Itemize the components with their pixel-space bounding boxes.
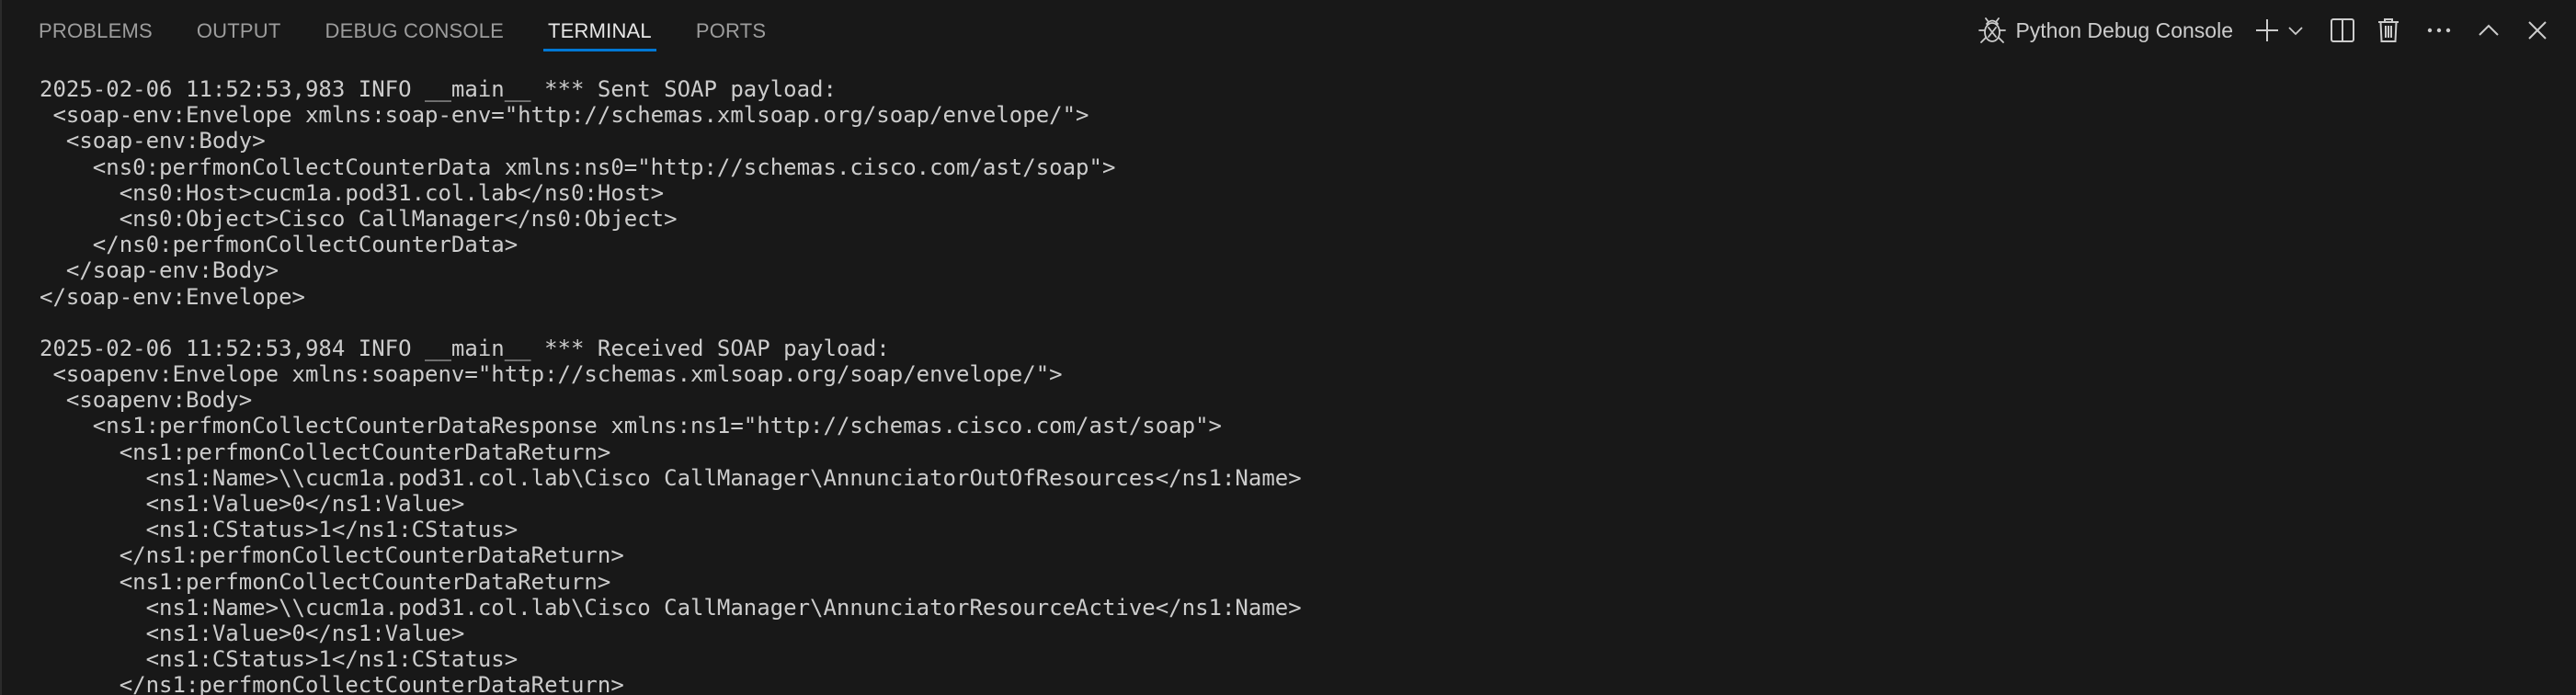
terminal-line: <ns1:Value>0</ns1:Value> [40, 620, 465, 646]
terminal-output[interactable]: 2025-02-06 11:52:53,983 INFO __main__ **… [40, 76, 2576, 695]
close-icon [2528, 21, 2547, 40]
terminal-line: <ns1:Name>\\cucm1a.pod31.col.lab\Cisco C… [40, 594, 1302, 621]
panel-actions: Python Debug Console [1977, 0, 2576, 61]
terminal-line: <ns1:perfmonCollectCounterDataReturn> [40, 568, 611, 595]
terminal-line: <soap-env:Envelope xmlns:soap-env="http:… [40, 102, 1089, 129]
ellipsis-icon [2427, 28, 2451, 33]
active-terminal-selector[interactable]: Python Debug Console [1977, 12, 2233, 49]
terminal-line: </soap-env:Envelope> [40, 283, 305, 310]
kill-terminal-button[interactable] [2377, 12, 2400, 49]
chevron-down-icon [2288, 27, 2303, 36]
terminal-line: <soap-env:Body> [40, 128, 266, 154]
trash-icon [2378, 18, 2399, 42]
tab-ports[interactable]: PORTS [696, 0, 766, 61]
panel-tabs: PROBLEMS OUTPUT DEBUG CONSOLE TERMINAL P… [39, 0, 810, 61]
terminal-line: <ns1:CStatus>1</ns1:CStatus> [40, 517, 519, 543]
active-terminal-label: Python Debug Console [2015, 17, 2233, 42]
new-terminal-button[interactable] [2253, 12, 2281, 49]
maximize-panel-button[interactable] [2478, 12, 2500, 49]
more-actions-button[interactable] [2426, 12, 2452, 49]
terminal-line: <ns0:Host>cucm1a.pod31.col.lab</ns0:Host… [40, 179, 665, 206]
tab-output[interactable]: OUTPUT [197, 0, 281, 61]
terminal-line: <soapenv:Envelope xmlns:soapenv="http://… [40, 361, 1063, 388]
terminal-line: <ns1:perfmonCollectCounterDataReturn> [40, 439, 611, 465]
terminal-line: </ns0:perfmonCollectCounterData> [40, 232, 519, 258]
panel-header: PROBLEMS OUTPUT DEBUG CONSOLE TERMINAL P… [0, 0, 2576, 61]
terminal-line: <ns1:CStatus>1</ns1:CStatus> [40, 646, 519, 673]
tab-debug-console[interactable]: DEBUG CONSOLE [325, 0, 505, 61]
plus-icon [2256, 19, 2278, 41]
terminal-line: <soapenv:Body> [40, 387, 253, 414]
terminal-line: <ns0:Object>Cisco CallManager</ns0:Objec… [40, 205, 678, 232]
terminal-line: <ns1:Value>0</ns1:Value> [40, 491, 465, 517]
tab-terminal[interactable]: TERMINAL [543, 0, 656, 61]
terminal-line: <ns1:perfmonCollectCounterDataResponse x… [40, 413, 1222, 439]
split-icon [2331, 18, 2354, 42]
terminal-line: </ns1:perfmonCollectCounterDataReturn> [40, 542, 624, 569]
debug-bug-icon [1978, 17, 2007, 43]
terminal-line: 2025-02-06 11:52:53,984 INFO __main__ **… [40, 335, 890, 361]
tab-problems[interactable]: PROBLEMS [39, 0, 153, 61]
panel-left-border [0, 0, 2, 695]
terminal-profiles-button[interactable] [2286, 12, 2305, 49]
terminal-line: 2025-02-06 11:52:53,983 INFO __main__ **… [40, 76, 837, 102]
terminal-line: <ns0:perfmonCollectCounterData xmlns:ns0… [40, 154, 1116, 180]
terminal-line: </ns1:perfmonCollectCounterDataReturn> [40, 672, 624, 695]
split-terminal-button[interactable] [2329, 12, 2356, 49]
terminal-line: </soap-env:Body> [40, 257, 279, 284]
terminal-line: <ns1:Name>\\cucm1a.pod31.col.lab\Cisco C… [40, 464, 1302, 491]
chevron-up-icon [2479, 24, 2499, 36]
close-panel-button[interactable] [2527, 12, 2548, 49]
